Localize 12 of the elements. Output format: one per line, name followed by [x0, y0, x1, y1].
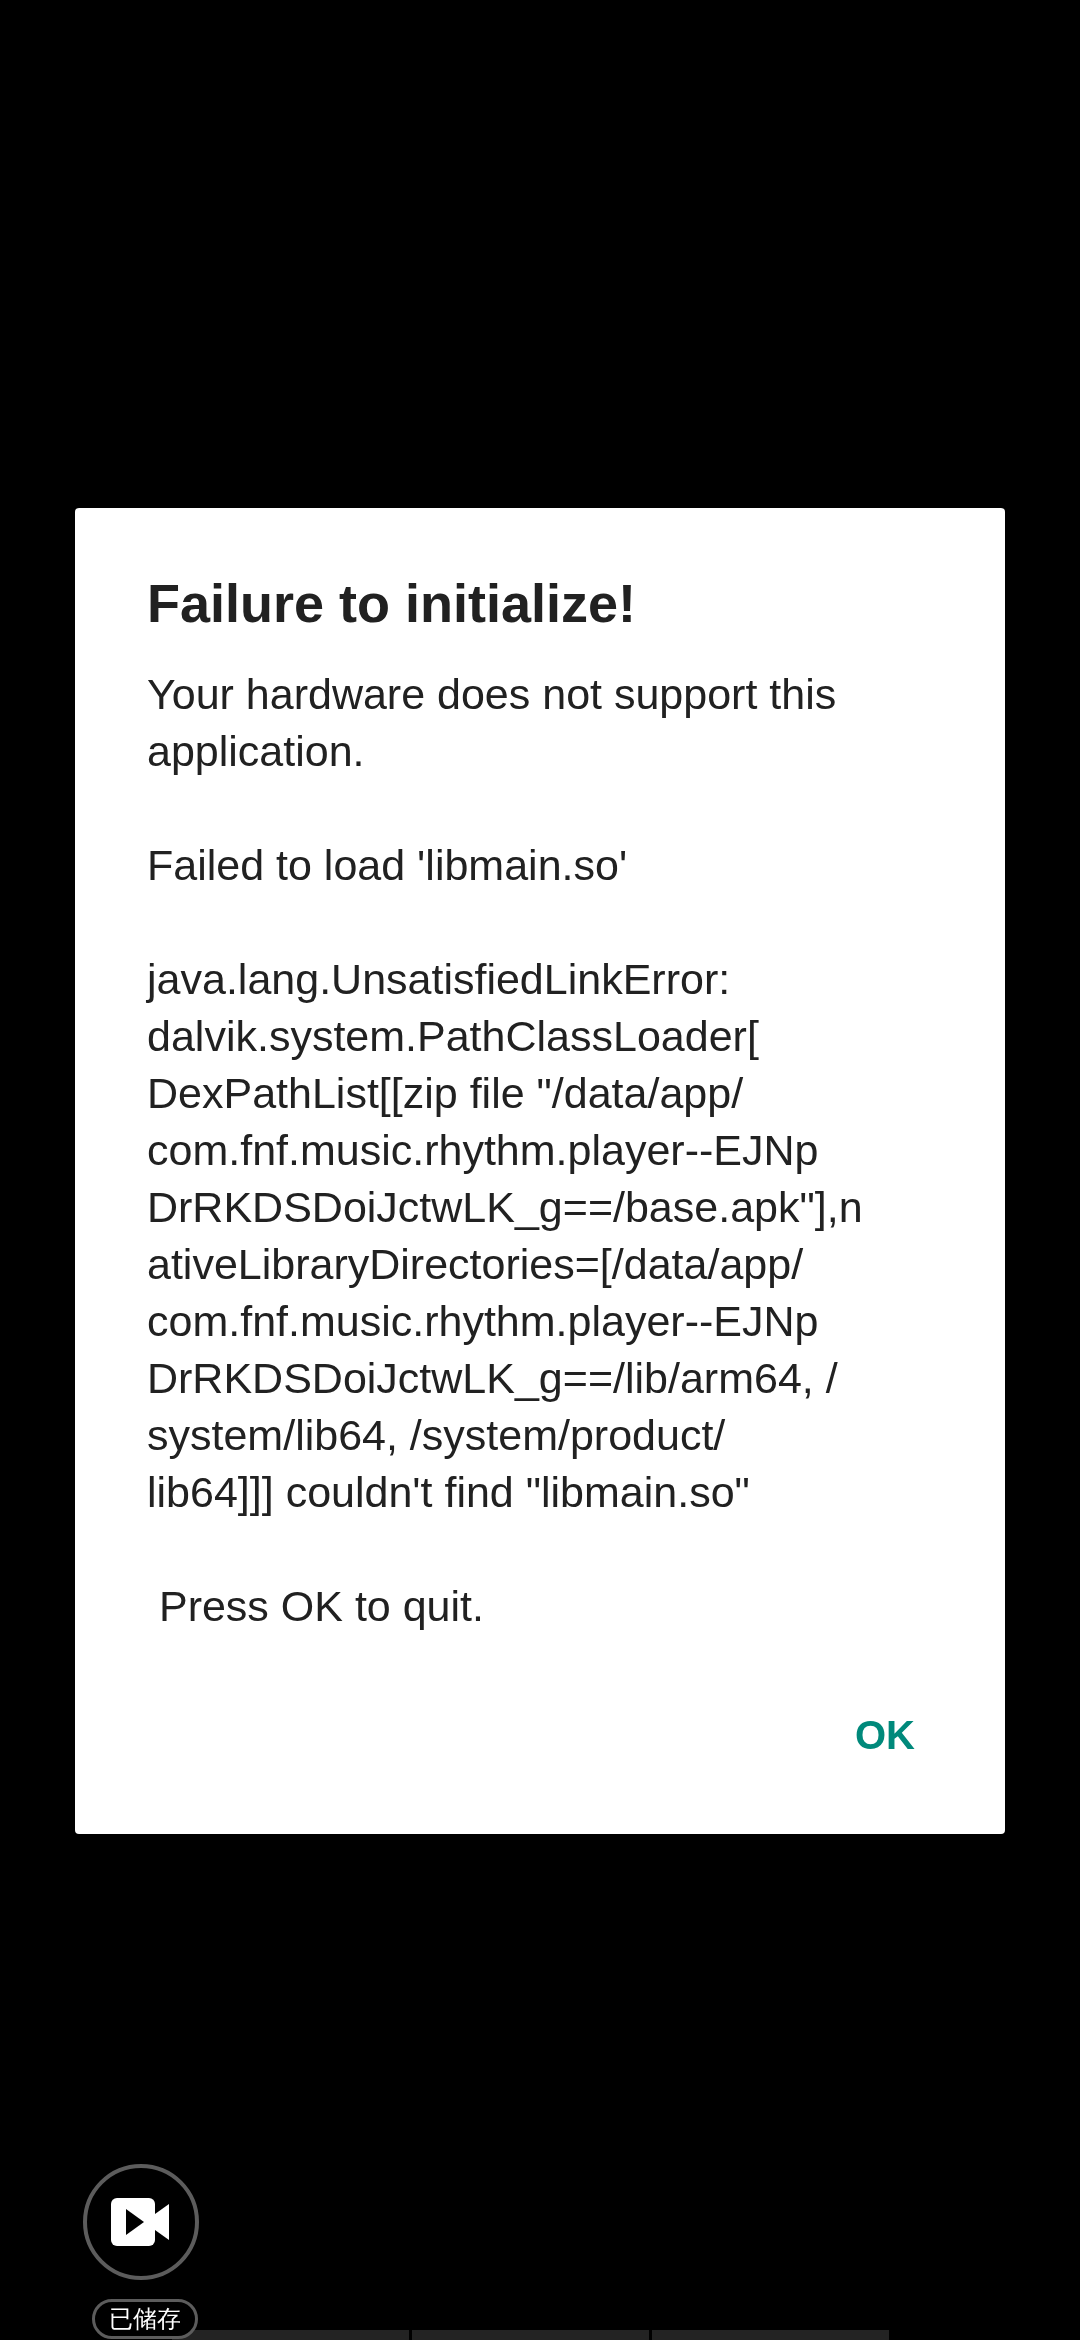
dialog-message: Your hardware does not support this application. — [147, 669, 838, 777]
saved-badge: 已储存 — [92, 2299, 198, 2339]
thumbnail[interactable] — [412, 2330, 649, 2340]
thumbnail[interactable] — [172, 2330, 409, 2340]
dialog-message: Press OK to quit. — [157, 1581, 485, 1632]
ok-button[interactable]: OK — [835, 1695, 935, 1775]
dialog-message: java.lang.UnsatisfiedLinkError: dalvik.system.PathClassLoader[ DexPathList[[zip file "/data/app/ com.fnf.music.rhythm.player--EJNp DrRKDSDoiJctwLK_g==/base.apk"],n ativeLibraryDirectories=[/data/app/ com.fnf.music.rhythm.player--EJNp DrRKDSDoiJctwLK_g==/lib/arm64, / system/lib64, /system/product/ lib64]]] couldn't find "libmain.so" — [147, 954, 864, 1518]
video-camera-icon — [111, 2196, 171, 2248]
video-record-button[interactable] — [83, 2164, 199, 2280]
dialog-title: Failure to initialize! — [147, 572, 638, 635]
dialog-message: Failed to load 'libmain.so' — [147, 840, 629, 891]
thumbnail[interactable] — [652, 2330, 889, 2340]
